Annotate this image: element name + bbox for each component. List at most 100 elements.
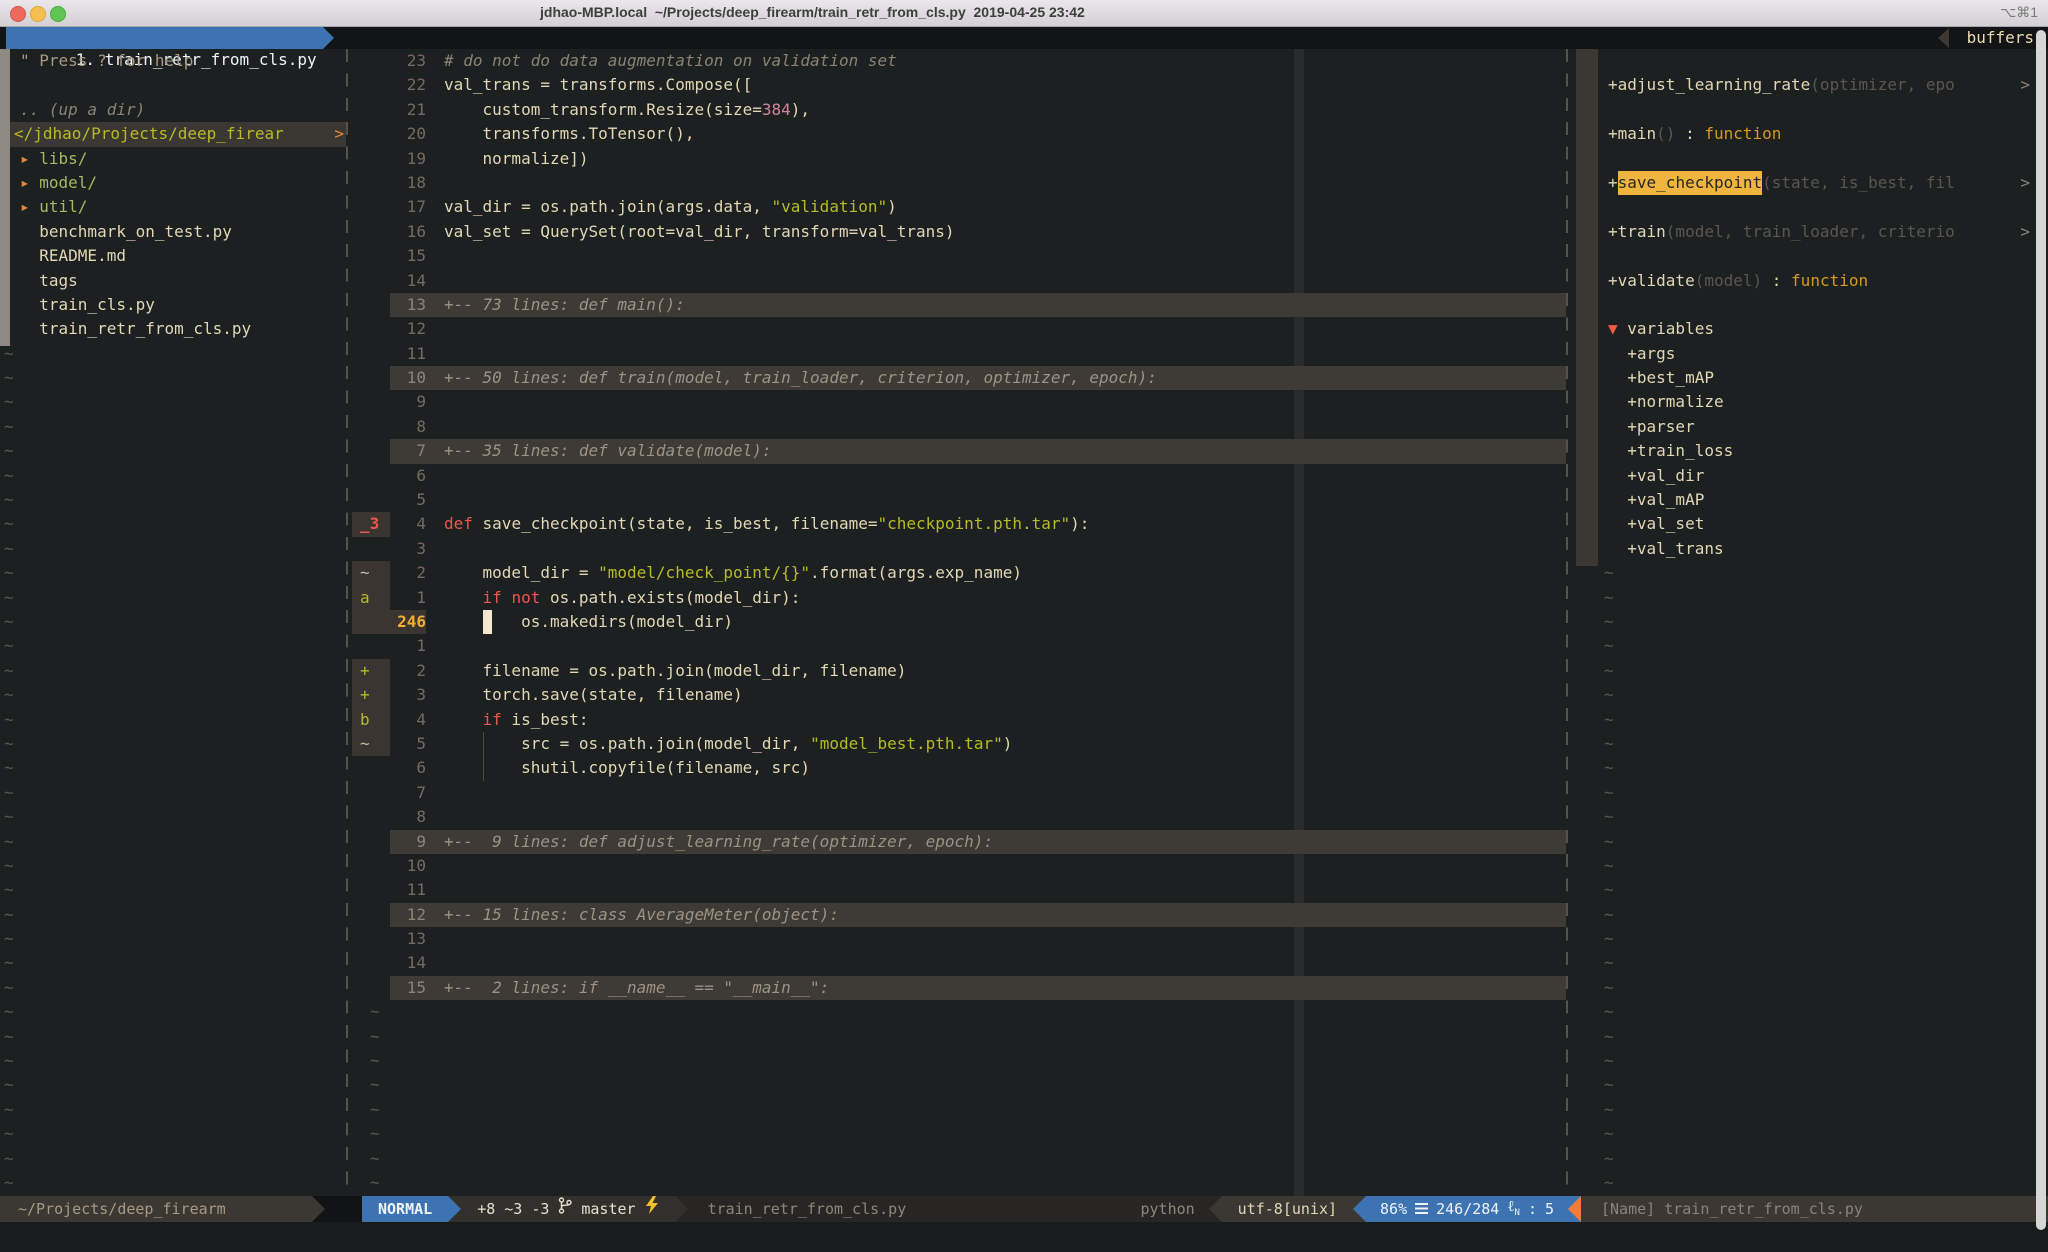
tag-item[interactable]	[1598, 49, 2034, 73]
code-line[interactable]: 16val_set = QuerySet(root=val_dir, trans…	[352, 220, 1566, 244]
tree-item: ~	[0, 1122, 346, 1146]
code-line[interactable]: 14	[352, 951, 1566, 975]
tree-item[interactable]	[0, 73, 346, 97]
window-separator-left[interactable]	[346, 49, 348, 1196]
code-line[interactable]: 9+-- 9 lines: def adjust_learning_rate(o…	[352, 830, 1566, 854]
code-line[interactable]: 5	[352, 488, 1566, 512]
tag-item[interactable]: +best_mAP	[1598, 366, 2034, 390]
tree-item[interactable]: ▸ util/	[0, 195, 346, 219]
code-line[interactable]: 19 normalize])	[352, 147, 1566, 171]
tree-item: ~	[0, 634, 346, 658]
tag-item[interactable]: +val_mAP	[1598, 488, 2034, 512]
tree-item: ~	[0, 1147, 346, 1171]
tag-item[interactable]	[1598, 244, 2034, 268]
tag-item: ~	[1598, 1147, 2034, 1171]
code-line[interactable]: 13	[352, 927, 1566, 951]
code-line[interactable]: ~2 model_dir = "model/check_point/{}".fo…	[352, 561, 1566, 585]
code-line[interactable]: a1 if not os.path.exists(model_dir):	[352, 586, 1566, 610]
code-line[interactable]: ~5 src = os.path.join(model_dir, "model_…	[352, 732, 1566, 756]
tab-train-retr-from-cls[interactable]: 1. train_retr_from_cls.py	[6, 27, 323, 49]
code-line[interactable]: 18	[352, 171, 1566, 195]
window-title: jdhao-MBP.local ~/Projects/deep_firearm/…	[540, 4, 1085, 20]
code-line[interactable]: 13+-- 73 lines: def main():	[352, 293, 1566, 317]
minimize-button[interactable]	[30, 6, 46, 22]
separator-arrow	[1209, 1196, 1222, 1222]
code-line[interactable]: 21 custom_transform.Resize(size=384),	[352, 98, 1566, 122]
tag-item[interactable]: ▼ variables	[1598, 317, 2034, 341]
tag-item[interactable]: +args	[1598, 342, 2034, 366]
tag-item[interactable]	[1598, 147, 2034, 171]
tree-item[interactable]: tags	[0, 269, 346, 293]
tag-item[interactable]	[1598, 98, 2034, 122]
lightning-bolt-icon	[645, 1196, 659, 1222]
code-line[interactable]: 12	[352, 317, 1566, 341]
tree-item: ~	[0, 878, 346, 902]
tree-item[interactable]: train_retr_from_cls.py	[0, 317, 346, 341]
code-line[interactable]: 15	[352, 244, 1566, 268]
code-line[interactable]: 10	[352, 854, 1566, 878]
tree-item[interactable]: </jdhao/Projects/deep_firear>	[0, 122, 346, 146]
code-line[interactable]: 20 transforms.ToTensor(),	[352, 122, 1566, 146]
tree-item[interactable]: " Press ? for help	[0, 49, 346, 73]
tag-item: ~	[1598, 732, 2034, 756]
code-line[interactable]: 14	[352, 269, 1566, 293]
code-line: ~	[352, 1073, 1566, 1097]
code-line[interactable]: 11	[352, 878, 1566, 902]
tag-item[interactable]	[1598, 293, 2034, 317]
code-line[interactable]: 11	[352, 342, 1566, 366]
tagbar-scrollbar[interactable]	[1576, 49, 1598, 566]
tag-item[interactable]: +val_trans	[1598, 537, 2034, 561]
tag-item: ~	[1598, 1025, 2034, 1049]
tree-item[interactable]: ▸ model/	[0, 171, 346, 195]
code-line[interactable]: +2 filename = os.path.join(model_dir, fi…	[352, 659, 1566, 683]
code-line: ~	[352, 1122, 1566, 1146]
code-line[interactable]: 7+-- 35 lines: def validate(model):	[352, 439, 1566, 463]
code-line[interactable]: _34def save_checkpoint(state, is_best, f…	[352, 512, 1566, 536]
tag-item[interactable]: +validate(model) : function	[1598, 269, 2034, 293]
tree-item[interactable]: benchmark_on_test.py	[0, 220, 346, 244]
tree-item: ~	[0, 537, 346, 561]
tree-item: ~	[0, 1000, 346, 1024]
code-line[interactable]: 12+-- 15 lines: class AverageMeter(objec…	[352, 903, 1566, 927]
close-button[interactable]	[10, 6, 26, 22]
tag-item[interactable]: +train_loss	[1598, 439, 2034, 463]
code-line[interactable]: 17val_dir = os.path.join(args.data, "val…	[352, 195, 1566, 219]
code-line[interactable]: 23# do not do data augmentation on valid…	[352, 49, 1566, 73]
code-line[interactable]: 6 shutil.copyfile(filename, src)	[352, 756, 1566, 780]
code-line[interactable]: 22val_trans = transforms.Compose([	[352, 73, 1566, 97]
tag-item[interactable]: +adjust_learning_rate(optimizer, epo>	[1598, 73, 2034, 97]
nerdtree-scrollbar[interactable]	[0, 49, 10, 346]
code-line[interactable]: 1	[352, 634, 1566, 658]
tag-item[interactable]: +save_checkpoint(state, is_best, fil>	[1598, 171, 2034, 195]
tag-item[interactable]: +val_dir	[1598, 464, 2034, 488]
tree-item: ~	[0, 488, 346, 512]
code-line: ~	[352, 1098, 1566, 1122]
code-line[interactable]: 7	[352, 781, 1566, 805]
tree-item[interactable]: README.md	[0, 244, 346, 268]
command-line[interactable]	[0, 1222, 2048, 1252]
code-line[interactable]: b4 if is_best:	[352, 708, 1566, 732]
tree-item: ~	[0, 903, 346, 927]
code-line[interactable]: 3	[352, 537, 1566, 561]
tree-item[interactable]: .. (up a dir)	[0, 98, 346, 122]
tag-item[interactable]: +normalize	[1598, 390, 2034, 414]
tag-item[interactable]: +parser	[1598, 415, 2034, 439]
code-line[interactable]: 8	[352, 415, 1566, 439]
code-line[interactable]: 9	[352, 390, 1566, 414]
zoom-button[interactable]	[50, 6, 66, 22]
code-line[interactable]: 15+-- 2 lines: if __name__ == "__main__"…	[352, 976, 1566, 1000]
colon-separator: :	[1528, 1196, 1537, 1222]
window-scrollbar[interactable]	[2036, 30, 2046, 1230]
tag-item[interactable]: +train(model, train_loader, criterio>	[1598, 220, 2034, 244]
code-line[interactable]: 6	[352, 464, 1566, 488]
code-line[interactable]: 8	[352, 805, 1566, 829]
code-line[interactable]: +3 torch.save(state, filename)	[352, 683, 1566, 707]
code-line[interactable]: 246 os.makedirs(model_dir)	[352, 610, 1566, 634]
window-separator-right[interactable]	[1566, 49, 1568, 1196]
tag-item[interactable]	[1598, 195, 2034, 219]
tree-item[interactable]: ▸ libs/	[0, 147, 346, 171]
tag-item[interactable]: +val_set	[1598, 512, 2034, 536]
tag-item[interactable]: +main() : function	[1598, 122, 2034, 146]
code-line[interactable]: 10+-- 50 lines: def train(model, train_l…	[352, 366, 1566, 390]
tree-item[interactable]: train_cls.py	[0, 293, 346, 317]
